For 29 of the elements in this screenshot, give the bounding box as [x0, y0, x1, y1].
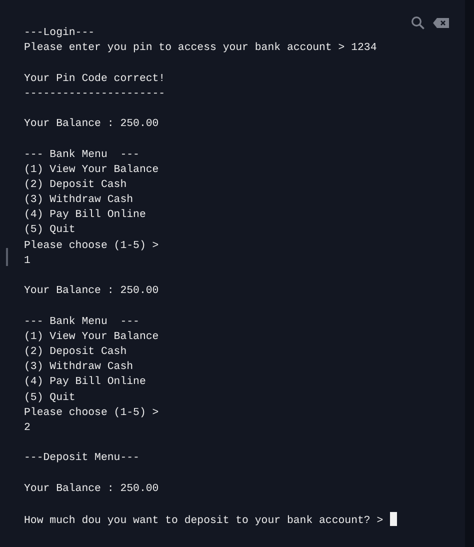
- output-line: 1: [24, 254, 30, 267]
- output-line: 2: [24, 422, 30, 434]
- output-line: --- Bank Menu ---: [24, 316, 140, 328]
- output-line: (4) Pay Bill Online: [24, 209, 146, 222]
- output-line: ----------------------: [24, 88, 166, 100]
- output-line: Please choose (1-5) >: [24, 406, 159, 419]
- output-line: (3) Withdraw Cash: [24, 194, 134, 206]
- output-line: (3) Withdraw Cash: [24, 361, 134, 374]
- output-line: (2) Deposit Cash: [24, 346, 127, 358]
- output-line: ---Login---: [24, 27, 95, 39]
- output-line: (4) Pay Bill Online: [24, 376, 146, 388]
- output-line: (1) View Your Balance: [24, 330, 159, 343]
- output-line: (1) View Your Balance: [24, 164, 159, 176]
- output-line: Your Balance : 250.00: [24, 285, 159, 298]
- line-marker: [6, 248, 8, 266]
- output-line: (5) Quit: [24, 224, 76, 236]
- output-line: Your Pin Code correct!: [24, 72, 166, 85]
- output-line: ---Deposit Menu---: [24, 452, 140, 464]
- output-line: Your Balance : 250.00: [24, 118, 159, 130]
- output-line: Please choose (1-5) >: [24, 240, 159, 252]
- clear-icon[interactable]: [433, 18, 449, 28]
- output-line: (5) Quit: [24, 392, 76, 404]
- output-line: --- Bank Menu ---: [24, 148, 140, 160]
- output-line: (2) Deposit Cash: [24, 178, 127, 191]
- output-line: Please enter you pin to access your bank account > 1234: [24, 42, 377, 54]
- search-icon[interactable]: [411, 16, 425, 30]
- prompt-text: How much dou you want to deposit to your bank account? >: [24, 515, 384, 527]
- output-line: Your Balance : 250.00: [24, 482, 159, 495]
- text-cursor: [390, 512, 397, 526]
